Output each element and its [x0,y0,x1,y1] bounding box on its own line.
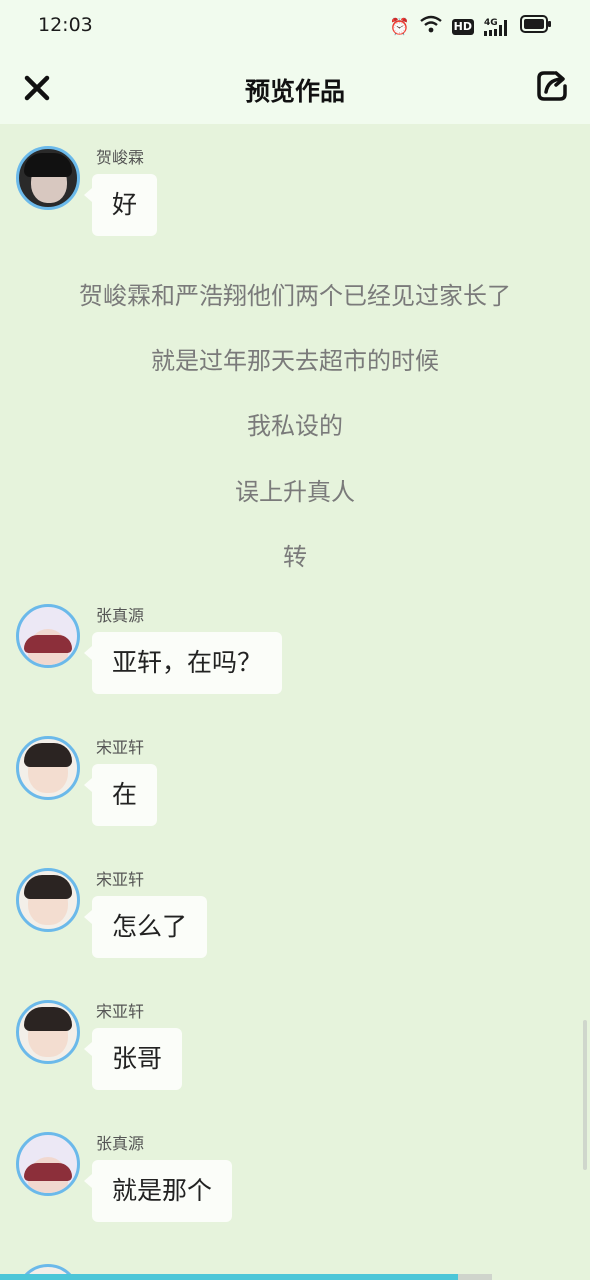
reading-progress-bar [0,1274,492,1280]
narration-text: 就是过年那天去超市的时候 [151,347,439,375]
sender-name: 张真源 [96,1134,145,1153]
avatar[interactable] [16,1132,80,1196]
avatar-hair [24,875,72,899]
signal-4g-icon: 4G [484,17,510,37]
avatar-hair [24,153,72,177]
share-button[interactable] [534,68,570,104]
sender-name: 宋亚轩 [96,870,145,889]
narration-text: 我私设的 [247,412,343,440]
message-bubble[interactable]: 亚轩，在吗？ [83,632,283,694]
avatar[interactable] [16,868,80,932]
avatar[interactable] [16,146,80,210]
avatar[interactable] [16,1000,80,1064]
chat-area[interactable]: 贺峻霖 好 贺峻霖和严浩翔他们两个已经见过家长了 就是过年那天去超市的时候 我私… [0,124,590,1280]
avatar-hat [24,1163,72,1181]
narration-text: 转 [283,543,307,571]
page-title: 预览作品 [244,77,345,106]
narration-text: 贺峻霖和严浩翔他们两个已经见过家长了 [79,282,511,310]
wifi-icon [419,15,442,38]
message-bubble[interactable]: 好 [83,174,158,236]
sender-name: 张真源 [96,606,145,625]
message-bubble[interactable]: 在 [83,764,158,826]
avatar-hat [24,635,72,653]
avatar-hair [24,1007,72,1031]
alarm-icon: ⏰ [389,16,410,36]
sender-name: 宋亚轩 [96,738,145,757]
sender-name: 贺峻霖 [96,148,145,167]
sender-name: 宋亚轩 [96,1002,145,1021]
status-bar: 12:03 ⏰ HD 4G [0,0,590,52]
share-icon [537,71,567,101]
status-time: 12:03 [38,14,93,36]
app-header: 预览作品 [0,52,590,124]
hd-icon: HD [451,18,474,35]
avatar[interactable] [16,604,80,668]
avatar-hair [24,743,72,767]
status-icons: ⏰ HD 4G [390,15,552,38]
message-bubble[interactable]: 怎么了 [83,896,208,958]
avatar[interactable] [16,736,80,800]
message-bubble[interactable]: 张哥 [83,1028,183,1090]
message-bubble[interactable]: 就是那个 [83,1160,233,1222]
battery-icon [520,15,552,38]
narration-text: 误上升真人 [235,478,355,506]
reading-progress-fill [0,1274,458,1280]
scrollbar[interactable] [583,1020,587,1170]
